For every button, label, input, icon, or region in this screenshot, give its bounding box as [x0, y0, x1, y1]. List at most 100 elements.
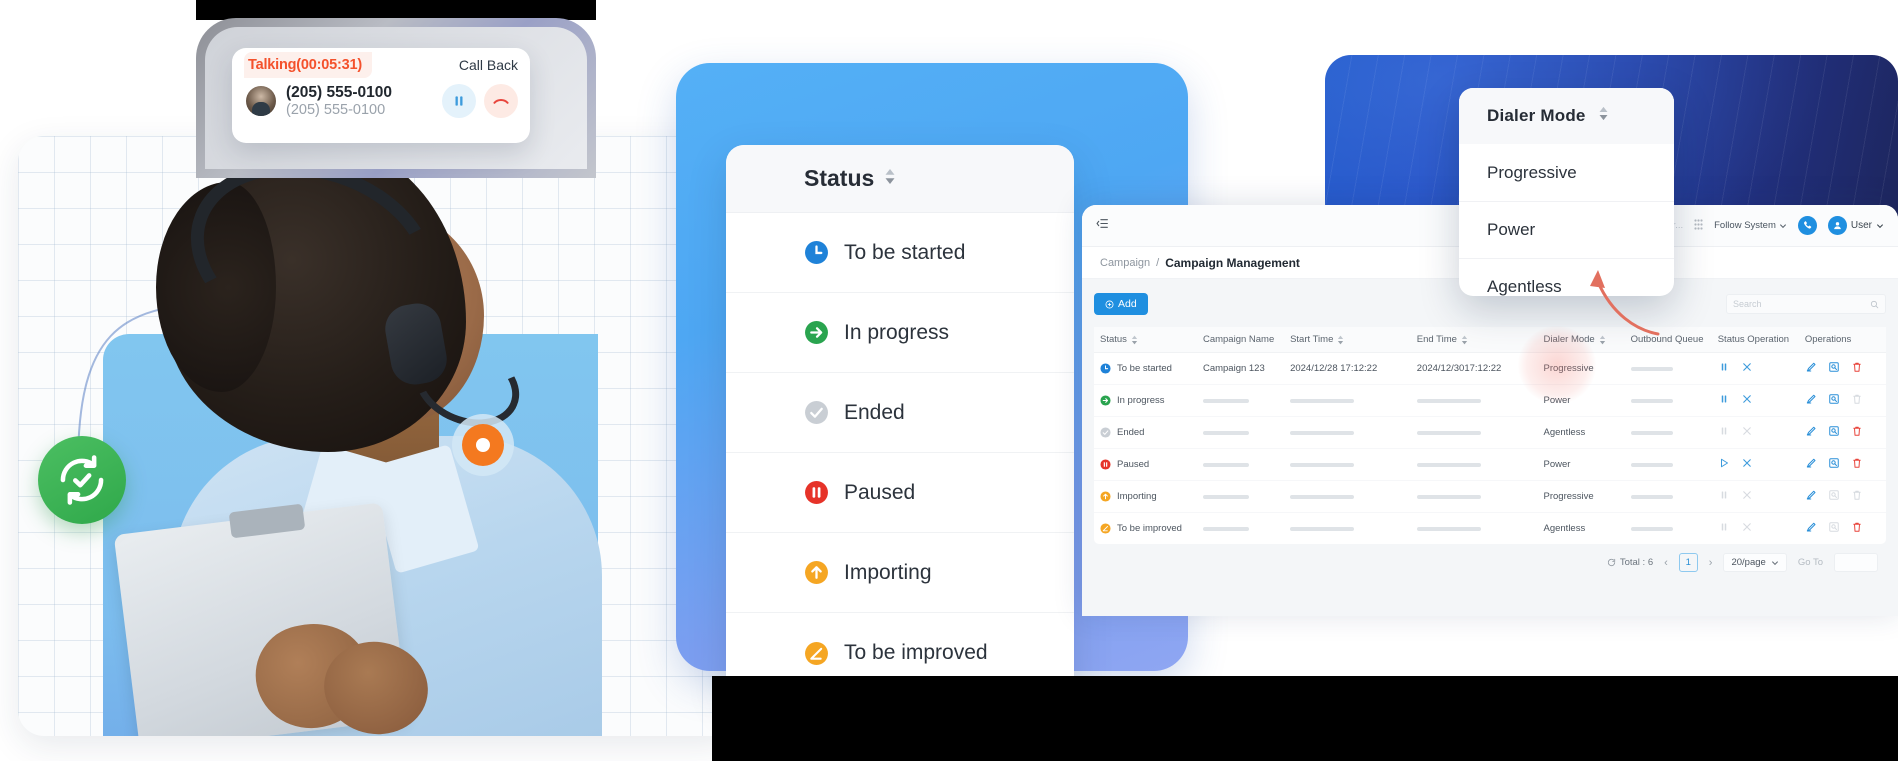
edit-icon[interactable]: [1805, 489, 1817, 504]
chevron-left-icon[interactable]: ‹: [1664, 557, 1668, 569]
cell-campaign-name: [1196, 416, 1285, 449]
sort-updown-icon[interactable]: [884, 168, 896, 190]
table-row[interactable]: Ended Agentless: [1094, 416, 1886, 449]
chevron-right-icon[interactable]: ›: [1709, 557, 1713, 569]
cell-value: 2024/12/3017:12:22: [1416, 363, 1502, 374]
cell-operations: [1798, 384, 1886, 417]
placeholder-bar: [1290, 431, 1355, 435]
breadcrumb-separator: /: [1156, 256, 1160, 269]
delete-icon[interactable]: [1851, 361, 1863, 376]
status-row-in-progress[interactable]: In progress: [726, 293, 1074, 373]
status-row-importing[interactable]: Importing: [726, 533, 1074, 613]
edit-icon[interactable]: [1805, 457, 1817, 472]
search-input[interactable]: Search: [1726, 294, 1886, 314]
pause-icon[interactable]: [1718, 393, 1730, 408]
column-header-label: Status: [1100, 334, 1127, 345]
campaign-table-wrapper: StatusCampaign NameStart TimeEnd TimeDia…: [1094, 327, 1886, 544]
delete-icon: [1851, 489, 1863, 504]
table-row[interactable]: To be started Campaign 123 2024/12/28 17:1…: [1094, 352, 1886, 385]
call-back-button[interactable]: Call Back: [459, 57, 518, 73]
table-row[interactable]: In progressPower: [1094, 384, 1886, 417]
sort-updown-icon[interactable]: [1461, 335, 1468, 345]
column-header-end-time[interactable]: End Time: [1410, 327, 1538, 353]
cell-status: Ended: [1094, 416, 1197, 449]
edit-icon[interactable]: [1805, 361, 1817, 376]
edit-icon[interactable]: [1805, 393, 1817, 408]
phone-icon[interactable]: [1797, 216, 1817, 235]
placeholder-bar: [1290, 463, 1355, 467]
status-row-paused[interactable]: Paused: [726, 453, 1074, 533]
sort-updown-icon[interactable]: [1131, 335, 1138, 345]
table-row[interactable]: To be improved Agentless: [1094, 513, 1886, 545]
cell-status-label: Importing: [1117, 491, 1157, 502]
pencil-icon: [1100, 523, 1111, 534]
column-header-operations: Operations: [1798, 327, 1886, 353]
detail-icon: [1828, 489, 1840, 504]
placeholder-bar: [1630, 431, 1673, 435]
delete-icon[interactable]: [1851, 457, 1863, 472]
add-button[interactable]: Add: [1094, 293, 1148, 315]
cell-value: Progressive: [1543, 491, 1594, 502]
dialer-option-progressive[interactable]: Progressive: [1459, 144, 1674, 201]
status-row-ended[interactable]: Ended: [726, 373, 1074, 453]
pause-icon[interactable]: [1718, 361, 1730, 376]
cell-value: 2024/12/28 17:12:22: [1290, 363, 1378, 374]
cell-status-operation: [1712, 513, 1799, 545]
sort-updown-icon[interactable]: [1337, 335, 1344, 345]
cell-outbound-queue: [1625, 513, 1712, 545]
table-row[interactable]: Importing Progressive: [1094, 480, 1886, 513]
edit-icon[interactable]: [1805, 521, 1817, 536]
caller-number-secondary: (205) 555-0100: [286, 101, 386, 118]
hangup-icon[interactable]: [484, 84, 518, 119]
page-size-label: 20/page: [1731, 557, 1766, 568]
placeholder-bar: [1416, 527, 1481, 531]
close-icon[interactable]: [1741, 393, 1753, 408]
detail-icon[interactable]: [1828, 393, 1840, 408]
cell-status-label: To be started: [1117, 363, 1172, 374]
status-row-label: To be started: [844, 240, 966, 264]
search-placeholder: Search: [1733, 299, 1762, 309]
goto-input[interactable]: [1834, 553, 1878, 572]
detail-icon[interactable]: [1828, 425, 1840, 440]
clock-icon: [1100, 363, 1111, 374]
status-row-label: To be improved: [844, 641, 988, 664]
placeholder-bar: [1416, 463, 1481, 467]
follow-system-selector[interactable]: Follow System: [1714, 220, 1787, 231]
status-row-label: In progress: [844, 320, 950, 344]
call-card-header: Talking(00:05:31) Call Back: [232, 48, 530, 82]
page-1-button[interactable]: 1: [1678, 553, 1698, 572]
pagination: Total : 6 ‹ 1 › 20/page Go To: [1094, 544, 1886, 572]
table-row[interactable]: Paused Power: [1094, 448, 1886, 481]
chevron-down-icon: [1876, 223, 1884, 228]
delete-icon[interactable]: [1851, 521, 1863, 536]
close-icon[interactable]: [1741, 361, 1753, 376]
arrow-up-icon: [1100, 491, 1111, 502]
cell-end-time: [1410, 416, 1538, 449]
close-icon[interactable]: [1741, 457, 1753, 472]
edit-icon[interactable]: [1805, 425, 1817, 440]
breadcrumb-parent[interactable]: Campaign: [1100, 257, 1150, 269]
check-icon: [1100, 427, 1111, 438]
status-row-to-be-started[interactable]: To be started: [726, 213, 1074, 293]
column-header-label: Status Operation: [1717, 334, 1790, 345]
call-status-badge: Talking(00:05:31): [244, 52, 372, 78]
play-icon[interactable]: [1718, 457, 1730, 472]
column-header-start-time[interactable]: Start Time: [1284, 327, 1411, 353]
pause-icon[interactable]: [442, 84, 476, 119]
cell-value: Power: [1543, 459, 1571, 470]
placeholder-bar: [1202, 431, 1249, 435]
user-menu[interactable]: User: [1827, 216, 1884, 235]
page-size-selector[interactable]: 20/page: [1723, 553, 1787, 572]
collapse-sidebar-icon[interactable]: [1096, 217, 1109, 235]
call-status-text: Talking(00:05:31): [248, 57, 362, 73]
column-header-status[interactable]: Status: [1094, 327, 1197, 353]
placeholder-bar: [1630, 399, 1673, 403]
delete-icon[interactable]: [1851, 425, 1863, 440]
table-body: To be started Campaign 123 2024/12/28 17:1…: [1094, 352, 1886, 545]
sort-updown-icon[interactable]: [1598, 106, 1609, 126]
detail-icon[interactable]: [1828, 361, 1840, 376]
drag-dots-icon[interactable]: [1694, 217, 1703, 235]
cell-status-label: Ended: [1117, 427, 1145, 438]
cell-status-operation: [1711, 416, 1799, 449]
detail-icon[interactable]: [1828, 457, 1840, 472]
